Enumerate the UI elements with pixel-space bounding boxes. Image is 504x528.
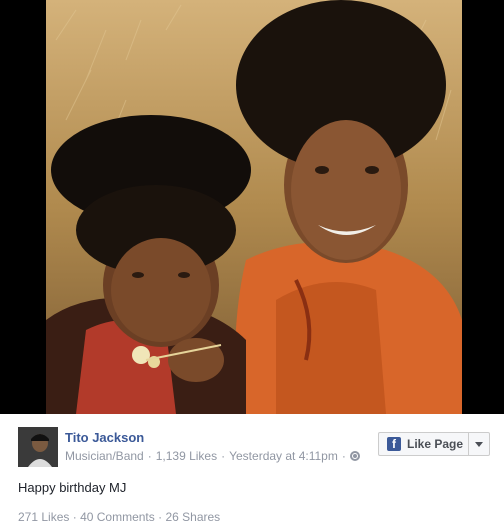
stats-separator: · [158,510,163,524]
globe-icon[interactable] [349,451,360,461]
stats-separator: · [72,510,77,524]
avatar-image [18,427,58,467]
page-avatar[interactable] [18,427,58,467]
post-text: Happy birthday MJ [18,480,127,495]
meta-separator: · [221,449,226,463]
like-page-label: Like Page [407,437,464,451]
chevron-down-icon [475,441,483,447]
post-stats: 271 Likes · 40 Comments · 26 Shares [18,510,220,524]
page-name-link[interactable]: Tito Jackson [65,430,144,445]
post-meta: Musician/Band · 1,139 Likes · Yesterday … [65,449,360,463]
post-photo-frame [0,0,504,414]
meta-separator: · [341,449,346,463]
comments-count[interactable]: 40 Comments [80,510,155,524]
photo-illustration [46,0,462,414]
likes-count[interactable]: 271 Likes [18,510,69,524]
post-photo[interactable] [46,0,462,414]
page-category: Musician/Band [65,449,144,463]
like-page-main[interactable]: f Like Page [379,433,469,455]
like-page-dropdown[interactable] [469,433,489,455]
shares-count[interactable]: 26 Shares [165,510,220,524]
page-likes-count[interactable]: 1,139 Likes [156,449,217,463]
post-timestamp[interactable]: Yesterday at 4:11pm [229,449,338,463]
meta-separator: · [147,449,152,463]
like-page-button[interactable]: f Like Page [378,432,490,456]
facebook-icon: f [387,437,401,451]
